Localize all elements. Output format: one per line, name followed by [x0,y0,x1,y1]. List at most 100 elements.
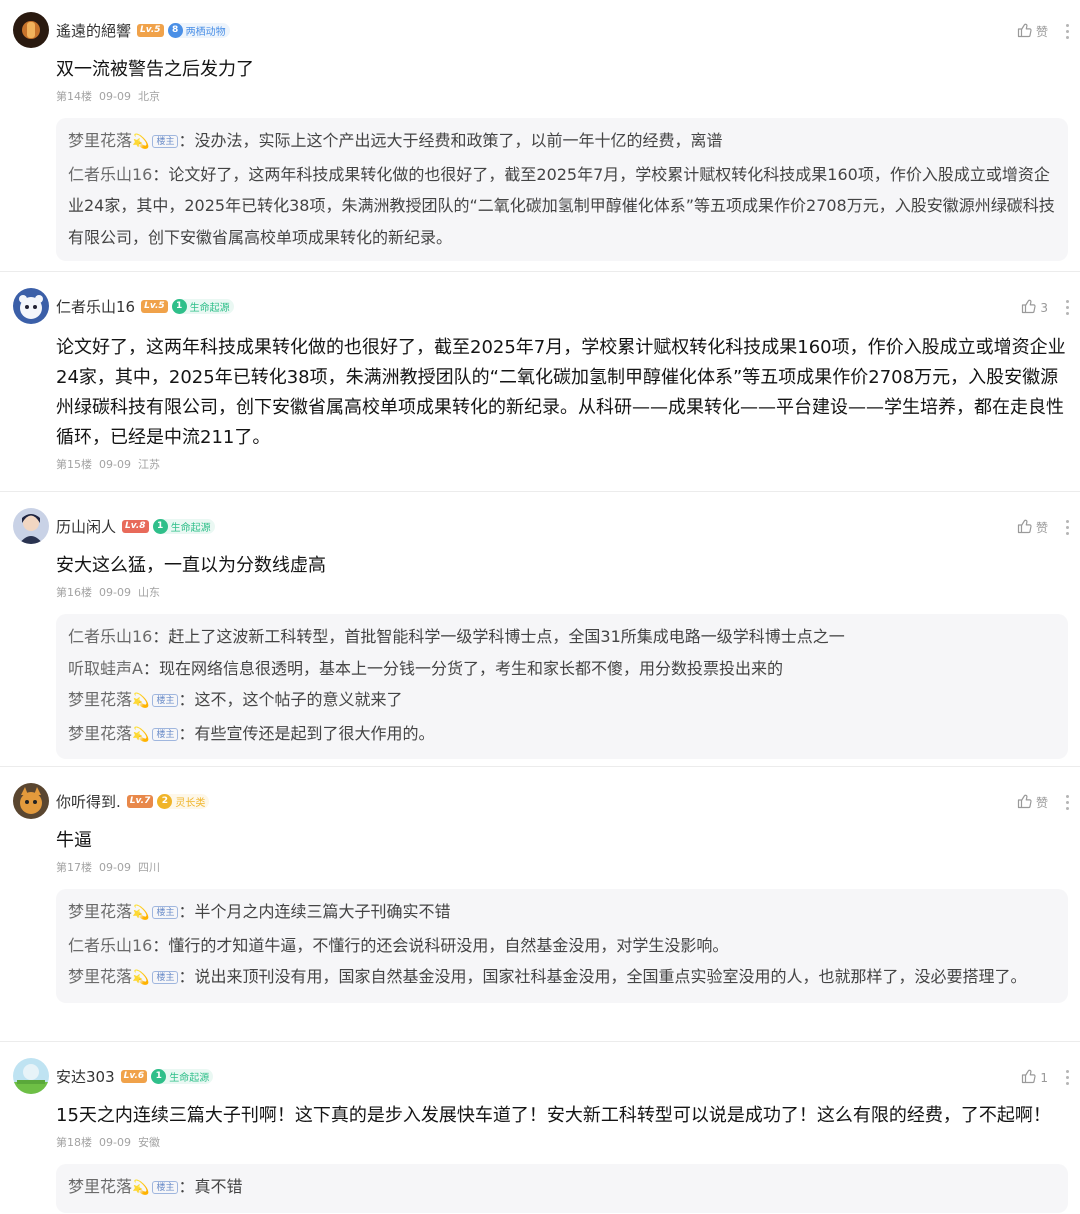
user-avatar[interactable] [13,783,49,819]
reply-author[interactable]: 梦里花落 [68,1177,132,1196]
level-badge: Lv.5 [141,299,168,313]
reply-item[interactable]: 梦里花落💫 楼主 ：有些宣传还是起到了很大作用的。 [68,718,1056,752]
host-tag: 楼主 [152,727,179,741]
reply-item[interactable]: 梦里花落💫 楼主 ：半个月之内连续三篇大子刊确实不错 [68,896,1056,930]
comment-meta: 第14楼 09-09 北京 [56,88,1068,104]
reply-author[interactable]: 仁者乐山16 [68,627,152,646]
reply-item[interactable]: 仁者乐山16：赶上了这波新工科转型，首批智能科学一级学科博士点，全国31所集成电… [68,621,1056,653]
reply-colon: ： [178,723,195,743]
like-button[interactable]: 1 [1021,1068,1048,1087]
comment-actions: 赞 [1017,518,1070,537]
username[interactable]: 你听得到. [56,791,121,812]
user-avatar[interactable] [13,1058,49,1094]
rank-badge-label: 生命起源 [189,302,230,314]
comment-text: 安大这么猛，一直以为分数线虚高 [56,555,326,576]
reply-colon: ： [178,902,195,921]
sparkle-icon: 💫 [132,134,150,150]
thumb-up-icon [1017,518,1033,537]
reply-author[interactable]: 梦里花落 [68,690,132,709]
reply-author[interactable]: 梦里花落 [68,131,132,150]
thumb-up-icon [1021,298,1037,317]
comment-header: 安达303 Lv.6 1 生命起源 [56,1061,1068,1091]
sparkle-icon: 💫 [132,693,150,709]
post-date: 09-09 [99,586,131,599]
thumb-up-icon [1017,793,1033,812]
like-button[interactable]: 赞 [1017,793,1048,812]
reply-item[interactable]: 仁者乐山16：懂行的才知道牛逼，不懂行的还会说科研没用，自然基金没用，对学生没影… [68,930,1056,962]
host-tag: 楼主 [152,694,179,707]
reply-author[interactable]: 梦里花落 [68,902,132,921]
like-button[interactable]: 赞 [1017,518,1048,537]
reply-list[interactable]: 梦里花落💫 楼主 ：真不错 [56,1164,1068,1213]
comment-item: 你听得到. Lv.7 2 灵长类赞牛逼 第17楼 09-09 四川 梦里花落💫 楼主 ：半个月之内… [0,767,1080,1042]
user-avatar[interactable] [13,12,49,48]
comment-item: 安达303 Lv.6 1 生命起源 1 15天之内连续三篇大子刊啊！这下真的是步入发展快车… [0,1042,1080,1214]
floor-number: 第18楼 [56,1136,92,1149]
more-vertical-icon[interactable] [1066,300,1070,315]
reply-item[interactable]: 梦里花落💫 楼主 ：这不，这个帖子的意义就来了 [68,684,1056,718]
comment-meta: 第15楼 09-09 江苏 [56,456,1068,472]
gem-icon: 8 [167,22,183,38]
rank-badge-label: 灵长类 [175,797,206,809]
more-vertical-icon[interactable] [1066,1070,1070,1085]
post-date: 09-09 [99,458,131,471]
reply-colon: ： [142,658,159,678]
more-vertical-icon[interactable] [1066,795,1070,810]
floor-number: 第16楼 [56,586,92,599]
username[interactable]: 安达303 [56,1066,115,1087]
comment-actions: 赞 [1017,793,1070,812]
like-button[interactable]: 赞 [1017,22,1048,41]
post-location: 山东 [137,586,160,599]
rank-badge: 2 灵长类 [157,793,210,809]
comment-header: 遙遠的絕響 Lv.5 8 两栖动物 [56,15,1068,45]
more-vertical-icon[interactable] [1066,24,1070,39]
reply-text: 论文好了，这两年科技成果转化做的也很好了，截至2025年7月，学校累计赋权转化科… [68,164,1055,247]
reply-list[interactable]: 仁者乐山16：赶上了这波新工科转型，首批智能科学一级学科博士点，全国31所集成电… [56,614,1068,759]
reply-item[interactable]: 梦里花落💫 楼主 ：没办法，实际上这个产出远大于经费和政策了，以前一年十亿的经费，离… [68,125,1056,159]
reply-text: 懂行的才知道牛逼，不懂行的还会说科研没用，自然基金没用，对学生没影响。 [168,935,729,955]
reply-list[interactable]: 梦里花落💫 楼主 ：没办法，实际上这个产出远大于经费和政策了，以前一年十亿的经费，离… [56,118,1068,261]
rank-badge-label: 两栖动物 [185,26,226,38]
username[interactable]: 遙遠的絕響 [56,20,131,41]
level-badge: Lv.6 [120,1069,148,1083]
comment-meta: 第16楼 09-09 山东 [56,584,1068,600]
reply-item[interactable]: 梦里花落💫 楼主 ：真不错 [68,1171,1056,1205]
reply-text: 半个月之内连续三篇大子刊确实不错 [194,902,451,921]
reply-text: 没办法，实际上这个产出远大于经费和政策了，以前一年十亿的经费，离谱 [194,131,723,150]
reply-item[interactable]: 梦里花落💫 楼主 ：说出来顶刊没有用，国家自然基金没用，国家社科基金没用，全国重点实… [68,961,1056,995]
reply-colon: ： [178,1177,195,1196]
reply-text: 赶上了这波新工科转型，首批智能科学一级学科博士点，全国31所集成电路一级学科博士… [168,627,845,646]
like-button[interactable]: 3 [1021,298,1048,317]
host-tag: 楼主 [152,135,179,148]
comment-meta: 第18楼 09-09 安徽 [56,1134,1068,1150]
like-count: 赞 [1035,25,1048,39]
like-count: 3 [1040,300,1048,315]
reply-item[interactable]: 仁者乐山16：论文好了，这两年科技成果转化做的也很好了，截至2025年7月，学校… [68,159,1056,254]
comment-text: 双一流被警告之后发力了 [56,59,254,80]
post-location: 江苏 [137,458,160,471]
reply-author[interactable]: 仁者乐山16 [68,936,152,955]
username[interactable]: 历山闲人 [56,516,116,537]
reply-list[interactable]: 梦里花落💫 楼主 ：半个月之内连续三篇大子刊确实不错 仁者乐山16：懂行的才知道牛逼，… [56,889,1068,1003]
reply-author[interactable]: 梦里花落 [68,967,132,986]
username[interactable]: 仁者乐山16 [56,296,135,317]
reply-text: 有些宣传还是起到了很大作用的。 [194,723,435,743]
reply-item[interactable]: 听取蛙声A：现在网络信息很透明，基本上一分钱一分货了，考生和家长都不傻，用分数投… [68,653,1056,685]
host-tag: 楼主 [152,1181,179,1194]
reply-author[interactable]: 仁者乐山16 [68,165,152,184]
post-location: 北京 [137,90,160,103]
rank-badge-label: 生命起源 [170,522,211,534]
rank-badge: 1 生命起源 [171,298,234,314]
like-count: 赞 [1035,796,1048,810]
reply-colon: ： [178,967,195,986]
reply-author[interactable]: 梦里花落 [68,724,132,743]
reply-colon: ： [152,627,169,646]
gem-icon: 1 [151,1068,167,1084]
reply-text: 真不错 [194,1177,243,1196]
user-avatar[interactable] [13,288,49,324]
reply-author[interactable]: 听取蛙声A [68,659,143,678]
reply-colon: ： [152,935,169,955]
reply-text: 说出来顶刊没有用，国家自然基金没用，国家社科基金没用，全国重点实验室没用的人，也… [194,967,1027,986]
user-avatar[interactable] [13,508,49,544]
more-vertical-icon[interactable] [1066,520,1070,535]
